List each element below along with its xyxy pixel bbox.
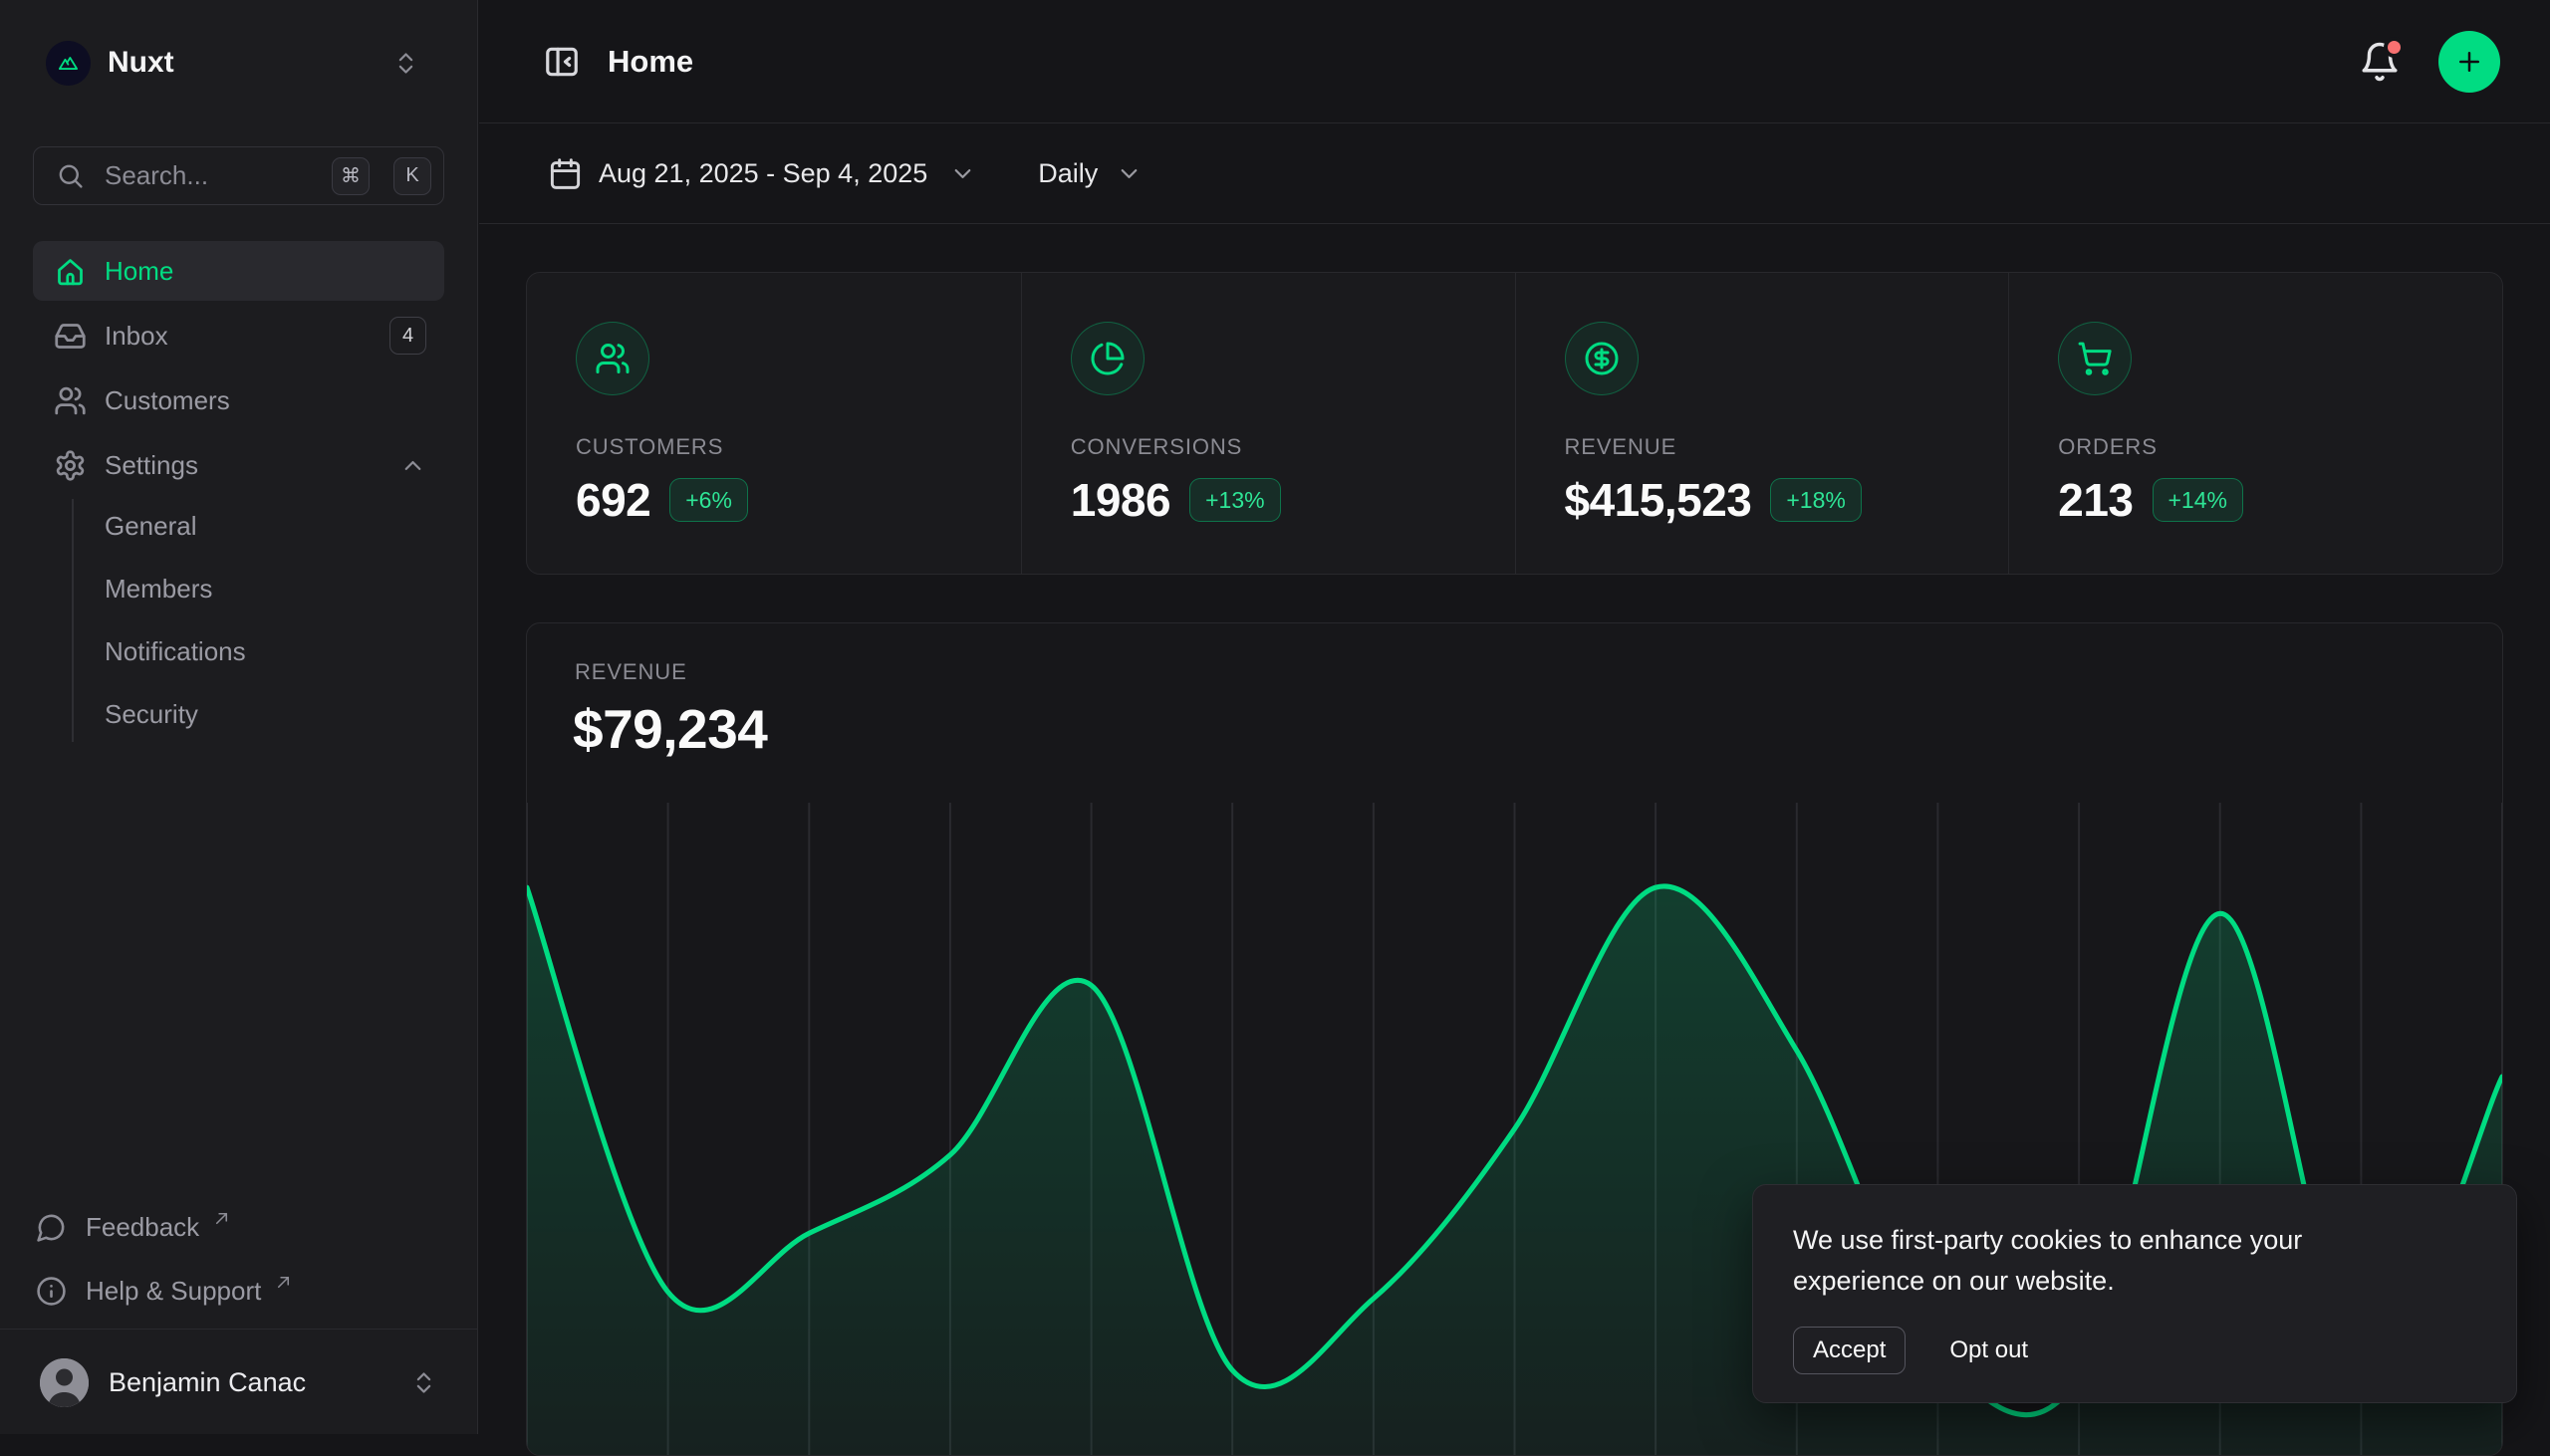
user-menu[interactable]: Benjamin Canac [16, 1346, 461, 1418]
avatar [40, 1358, 89, 1407]
sidebar: Nuxt ⌘ K Home Inbox 4 Customers Settings [0, 0, 478, 1434]
chevron-up-icon [399, 452, 426, 479]
pie-chart-icon [1071, 322, 1145, 395]
settings-subnav: General Members Notifications Security [33, 495, 444, 746]
sidebar-item-customers[interactable]: Customers [33, 370, 444, 430]
date-range-picker[interactable]: Aug 21, 2025 - Sep 4, 2025 [548, 156, 976, 191]
help-support-label: Help & Support [86, 1276, 261, 1307]
revenue-chart-label: REVENUE [575, 659, 687, 685]
external-link-arrow-icon [212, 1209, 231, 1228]
calendar-icon [548, 156, 583, 191]
search-input[interactable] [103, 159, 314, 192]
notification-dot [2384, 37, 2405, 58]
date-range-label: Aug 21, 2025 - Sep 4, 2025 [599, 158, 927, 189]
notifications-button[interactable] [2359, 41, 2401, 83]
stat-card-orders: ORDERS 213 +14% [2008, 273, 2502, 574]
feedback-label: Feedback [86, 1212, 199, 1243]
stats-cards: CUSTOMERS 692 +6% CONVERSIONS 1986 +13% … [526, 272, 2503, 575]
sidebar-item-home[interactable]: Home [33, 241, 444, 301]
users-icon [54, 384, 87, 417]
subnav-guide-line [72, 499, 74, 742]
stat-label: CUSTOMERS [576, 434, 1021, 460]
stat-value: 692 [576, 473, 650, 527]
inbox-count-badge: 4 [389, 317, 426, 355]
sidebar-item-security[interactable]: Security [33, 683, 444, 746]
chevron-down-icon [949, 160, 976, 187]
kbd-command: ⌘ [332, 157, 370, 195]
kbd-k: K [393, 157, 431, 195]
workspace-name: Nuxt [108, 46, 174, 80]
sidebar-item-notifications[interactable]: Notifications [33, 620, 444, 683]
filters-toolbar: Aug 21, 2025 - Sep 4, 2025 Daily [479, 124, 2550, 224]
sidebar-divider [0, 1329, 477, 1330]
plus-icon [2454, 47, 2484, 77]
revenue-chart-value: $79,234 [573, 697, 767, 761]
sidebar-item-settings[interactable]: Settings [33, 435, 444, 495]
granularity-select[interactable]: Daily [1038, 158, 1143, 189]
sidebar-item-label: Home [105, 256, 173, 287]
stat-delta-badge: +18% [1770, 478, 1861, 522]
stat-label: CONVERSIONS [1071, 434, 1515, 460]
cookie-banner: We use first-party cookies to enhance yo… [1752, 1184, 2517, 1403]
chevron-down-icon [1116, 160, 1143, 187]
search-icon [56, 161, 85, 190]
gear-icon [54, 449, 87, 482]
stat-delta-badge: +14% [2153, 478, 2243, 522]
cookie-message: We use first-party cookies to enhance yo… [1793, 1220, 2391, 1302]
home-icon [54, 255, 87, 288]
nuxt-logo-icon [46, 41, 91, 86]
stat-delta-badge: +6% [669, 478, 748, 522]
users-icon [576, 322, 649, 395]
dollar-circle-icon [1565, 322, 1639, 395]
stat-card-conversions: CONVERSIONS 1986 +13% [1021, 273, 1515, 574]
sidebar-nav: Home Inbox 4 Customers Settings [33, 241, 444, 495]
page-title: Home [608, 44, 693, 80]
workspace-switcher[interactable]: Nuxt [46, 38, 419, 88]
sidebar-footer: Feedback Help & Support [33, 1203, 444, 1315]
stat-label: ORDERS [2058, 434, 2502, 460]
search-bar[interactable]: ⌘ K [33, 146, 444, 205]
inbox-icon [54, 320, 87, 353]
stat-delta-badge: +13% [1189, 478, 1280, 522]
sidebar-item-members[interactable]: Members [33, 558, 444, 620]
message-circle-icon [36, 1212, 67, 1243]
chevron-up-down-icon [410, 1369, 437, 1396]
external-link-arrow-icon [274, 1273, 293, 1292]
stat-value: 213 [2058, 473, 2133, 527]
sidebar-item-label: Settings [105, 450, 198, 481]
user-name: Benjamin Canac [109, 1367, 306, 1398]
stat-value: $415,523 [1565, 473, 1752, 527]
sidebar-item-label: Customers [105, 385, 230, 416]
chevron-up-down-icon [392, 50, 419, 77]
info-circle-icon [36, 1276, 67, 1307]
opt-out-button[interactable]: Opt out [1949, 1336, 2028, 1364]
page-header: Home [479, 0, 2550, 123]
feedback-link[interactable]: Feedback [33, 1203, 444, 1251]
sidebar-item-label: Inbox [105, 321, 168, 352]
stat-card-revenue: REVENUE $415,523 +18% [1515, 273, 2009, 574]
help-support-link[interactable]: Help & Support [33, 1267, 444, 1315]
cart-icon [2058, 322, 2132, 395]
sidebar-item-general[interactable]: General [33, 495, 444, 558]
granularity-label: Daily [1038, 158, 1098, 189]
sidebar-item-inbox[interactable]: Inbox 4 [33, 306, 444, 365]
stat-card-customers: CUSTOMERS 692 +6% [527, 273, 1021, 574]
accept-button[interactable]: Accept [1793, 1327, 1906, 1374]
sidebar-collapse-icon[interactable] [543, 43, 581, 81]
stat-label: REVENUE [1565, 434, 2009, 460]
header-actions [2359, 31, 2550, 93]
stat-value: 1986 [1071, 473, 1170, 527]
add-button[interactable] [2438, 31, 2500, 93]
